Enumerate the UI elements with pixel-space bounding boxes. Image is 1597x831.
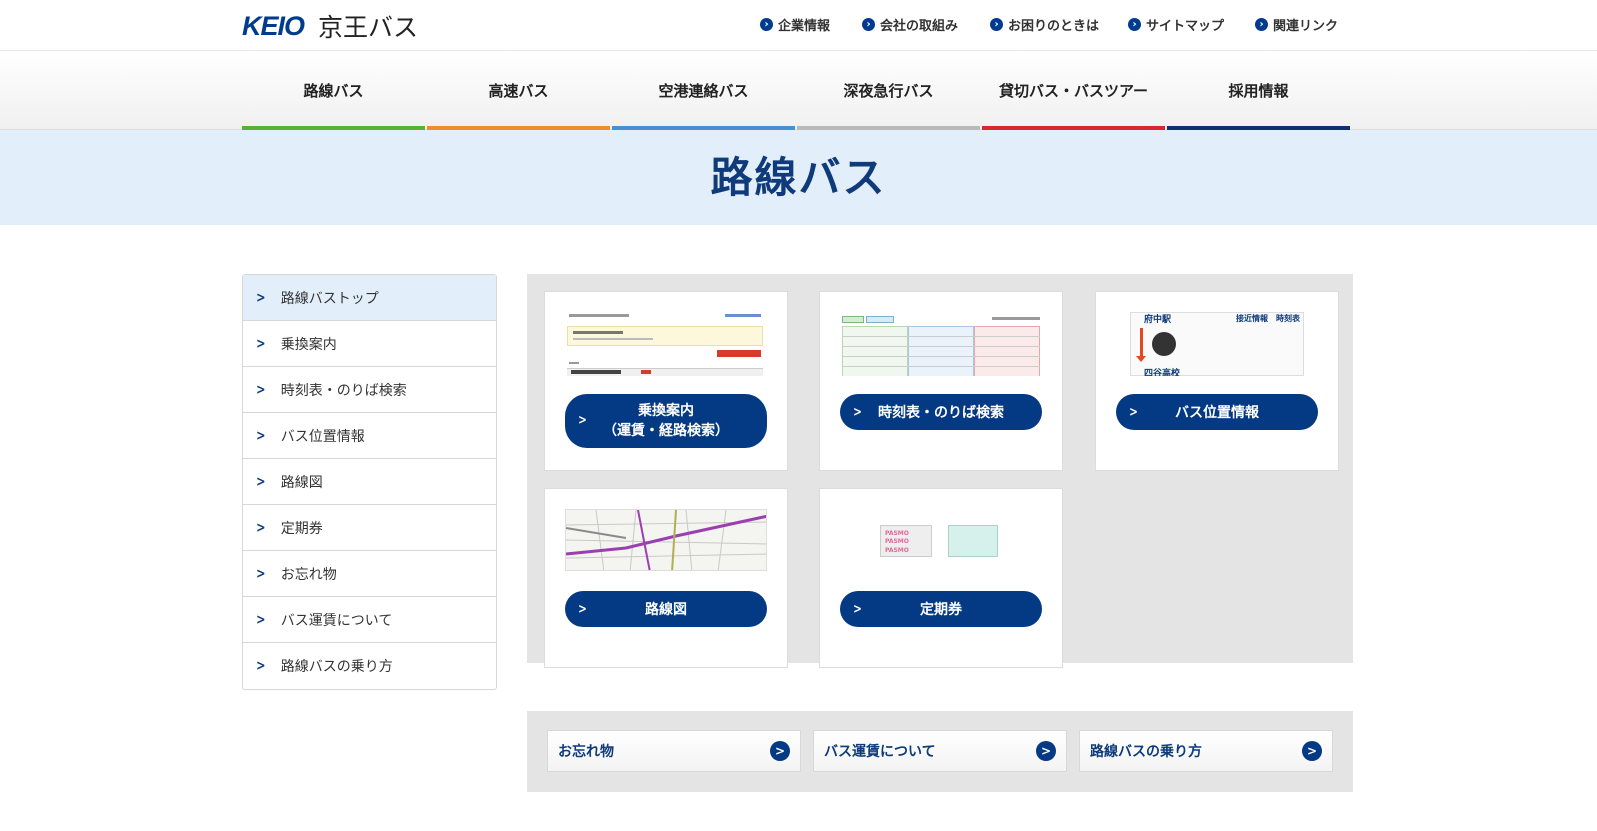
commuter-pass-button[interactable]: > 定期券 xyxy=(840,591,1042,627)
util-link-help[interactable]: › お困りのときは xyxy=(990,15,1099,34)
chevron-right-icon: > xyxy=(256,658,266,674)
chevron-right-icon: › xyxy=(1128,18,1141,31)
main-menu-grid: > 乗換案内 （運賃・経路検索） > 時刻表・のりば検索 府中駅 接近情報 時刻… xyxy=(527,274,1353,668)
bus-icon xyxy=(1152,332,1176,356)
chevron-right-icon: > xyxy=(256,427,266,444)
route-map-thumbnail xyxy=(565,509,767,571)
timetable-button[interactable]: > 時刻表・のりば検索 xyxy=(840,394,1042,430)
transfer-button[interactable]: > 乗換案内 （運賃・経路検索） xyxy=(565,394,767,448)
chevron-right-icon: > xyxy=(853,404,862,420)
pasmo-card-image: PASMO PASMO PASMO xyxy=(880,525,932,557)
gnav-airport-bus[interactable]: 空港連絡バス xyxy=(612,51,795,130)
gnav-charter-bus[interactable]: 貸切バス・バスツアー xyxy=(982,51,1165,130)
sidebar-item-pass[interactable]: > 定期券 xyxy=(243,505,496,551)
chevron-right-icon: > xyxy=(1302,741,1322,761)
page-title-band: 路線バス xyxy=(0,130,1597,225)
gnav-highway-bus[interactable]: 高速バス xyxy=(427,51,610,130)
link-lost-items[interactable]: お忘れ物 > xyxy=(547,730,801,772)
chevron-right-icon: > xyxy=(770,741,790,761)
util-link-initiatives[interactable]: › 会社の取組み xyxy=(862,15,958,34)
page-title: 路線バス xyxy=(710,153,887,202)
sidebar-item-fare[interactable]: > バス運賃について xyxy=(243,597,496,643)
chevron-right-icon: > xyxy=(578,413,587,428)
chevron-right-icon: > xyxy=(256,611,266,628)
gnav-recruit[interactable]: 採用情報 xyxy=(1167,51,1350,130)
chevron-right-icon: › xyxy=(1255,18,1268,31)
sidebar-nav: > 路線バストップ > 乗換案内 > 時刻表・のりば検索 > バス位置情報 > 路線図 >… xyxy=(242,274,497,690)
keio-bus-logo[interactable]: KEIO 京王バス xyxy=(242,8,418,44)
sidebar-item-timetable[interactable]: > 時刻表・のりば検索 xyxy=(243,367,496,413)
sidebar-item-location[interactable]: > バス位置情報 xyxy=(243,413,496,459)
sidebar-item-lost-items[interactable]: > お忘れ物 xyxy=(243,551,496,597)
util-link-related[interactable]: › 関連リンク xyxy=(1255,15,1338,34)
chevron-right-icon: > xyxy=(256,473,266,490)
transfer-screenshot-thumbnail xyxy=(565,306,767,376)
sidebar-item-map[interactable]: > 路線図 xyxy=(243,459,496,505)
util-link-corporate[interactable]: › 企業情報 xyxy=(760,15,830,34)
link-how-to-ride[interactable]: 路線バスの乗り方 > xyxy=(1079,730,1333,772)
link-fare[interactable]: バス運賃について > xyxy=(813,730,1067,772)
gnav-midnight-bus[interactable]: 深夜急行バス xyxy=(797,51,980,130)
bottom-link-bar: お忘れ物 > バス運賃について > 路線バスの乗り方 > xyxy=(527,711,1353,792)
chevron-right-icon: > xyxy=(256,335,266,352)
chevron-right-icon: > xyxy=(853,601,862,617)
chevron-right-icon: > xyxy=(256,289,266,306)
gnav-route-bus[interactable]: 路線バス xyxy=(242,51,425,130)
chevron-right-icon: › xyxy=(760,18,773,31)
sidebar-item-transfer[interactable]: > 乗換案内 xyxy=(243,321,496,367)
card-route-map[interactable]: > 路線図 xyxy=(544,488,788,668)
chevron-right-icon: > xyxy=(1129,404,1138,420)
logo-name: 京王バス xyxy=(318,13,419,42)
chevron-right-icon: > xyxy=(1036,741,1056,761)
chevron-right-icon: > xyxy=(256,565,266,582)
card-transfer[interactable]: > 乗換案内 （運賃・経路検索） xyxy=(544,291,788,471)
card-bus-location[interactable]: 府中駅 接近情報 時刻表 四谷高校 > バス位置情報 xyxy=(1095,291,1339,471)
chevron-right-icon: > xyxy=(256,519,266,536)
chevron-right-icon: › xyxy=(990,18,1003,31)
map-graphic xyxy=(566,510,766,570)
chevron-right-icon: > xyxy=(578,601,587,617)
chevron-right-icon: > xyxy=(256,381,266,398)
commuter-pass-ticket-image xyxy=(948,525,998,557)
card-timetable[interactable]: > 時刻表・のりば検索 xyxy=(819,291,1063,471)
site-header: KEIO 京王バス › 企業情報 › 会社の取組み › お困りのときは › サイトマップ… xyxy=(0,0,1597,51)
chevron-right-icon: › xyxy=(862,18,875,31)
bus-location-screenshot-thumbnail: 府中駅 接近情報 時刻表 四谷高校 xyxy=(1130,306,1304,376)
sidebar-item-how-to-ride[interactable]: > 路線バスの乗り方 xyxy=(243,643,496,689)
sidebar-item-top[interactable]: > 路線バストップ xyxy=(243,275,496,321)
global-nav: 路線バス 高速バス 空港連絡バス 深夜急行バス 貸切バス・バスツアー 採用情報 xyxy=(0,51,1597,130)
util-link-sitemap[interactable]: › サイトマップ xyxy=(1128,15,1224,34)
card-commuter-pass[interactable]: PASMO PASMO PASMO > 定期券 xyxy=(819,488,1063,668)
timetable-screenshot-thumbnail xyxy=(840,306,1042,376)
logo-keio-wordmark: KEIO xyxy=(242,10,305,41)
route-map-button[interactable]: > 路線図 xyxy=(565,591,767,627)
bus-location-button[interactable]: > バス位置情報 xyxy=(1116,394,1318,430)
